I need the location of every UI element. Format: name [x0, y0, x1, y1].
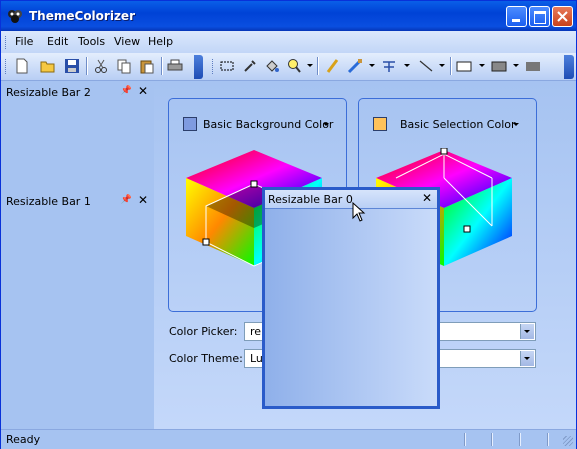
- color-icon[interactable]: [525, 58, 541, 74]
- selection-swatch[interactable]: [373, 117, 387, 131]
- line-icon[interactable]: [418, 58, 434, 74]
- menu-edit[interactable]: Edit: [47, 35, 68, 48]
- pin-icon[interactable]: 📌: [121, 195, 132, 205]
- fill-icon[interactable]: [264, 58, 280, 74]
- new-icon[interactable]: [14, 58, 30, 74]
- bar-header[interactable]: Resizable Bar 1 📌 ✕: [1, 192, 154, 210]
- chevron-down-icon[interactable]: [513, 123, 519, 126]
- chevron-down-icon[interactable]: [520, 351, 534, 366]
- copy-icon[interactable]: [116, 58, 132, 74]
- rectangle-icon[interactable]: [456, 58, 472, 74]
- color-picker-label: Color Picker:: [169, 325, 238, 338]
- background-color-label[interactable]: Basic Background Color: [203, 118, 333, 131]
- window-title: ThemeColorizer: [29, 9, 135, 23]
- toolbar: [1, 53, 576, 81]
- print-icon[interactable]: [167, 58, 183, 74]
- resize-grip[interactable]: [563, 436, 573, 446]
- toolbar-grip[interactable]: [5, 59, 9, 74]
- app-icon: [8, 10, 22, 23]
- brush-icon[interactable]: [347, 58, 363, 74]
- pencil-icon[interactable]: [325, 58, 341, 74]
- paste-icon[interactable]: [139, 58, 155, 74]
- chevron-down-icon[interactable]: [323, 123, 329, 126]
- toolbar2-overflow-button[interactable]: [564, 55, 574, 79]
- filled-rectangle-icon[interactable]: [491, 58, 507, 74]
- background-swatch[interactable]: [183, 117, 197, 131]
- maximize-button[interactable]: [529, 6, 550, 27]
- bar-header[interactable]: Resizable Bar 2 📌 ✕: [1, 83, 154, 101]
- mouse-cursor-icon: [352, 202, 366, 222]
- status-bar: Ready: [1, 429, 576, 449]
- minimize-button[interactable]: [506, 6, 527, 27]
- menu-view[interactable]: View: [114, 35, 140, 48]
- spray-icon[interactable]: [381, 58, 397, 74]
- zoom-icon[interactable]: [286, 58, 302, 74]
- chevron-down-icon[interactable]: [520, 324, 534, 339]
- selection-color-label[interactable]: Basic Selection Color: [400, 118, 516, 131]
- color-picker-value: re: [250, 325, 262, 338]
- close-icon[interactable]: ✕: [138, 193, 148, 207]
- toolbar-overflow-button[interactable]: [194, 55, 203, 79]
- menu-tools[interactable]: Tools: [78, 35, 105, 48]
- left-dock-panel: Resizable Bar 2 📌 ✕ Resizable Bar 1 📌 ✕: [1, 81, 154, 429]
- menu-bar: File Edit Tools View Help: [1, 31, 576, 53]
- floating-bar-header[interactable]: Resizable Bar 0 ✕: [265, 190, 437, 209]
- close-icon[interactable]: ✕: [138, 84, 148, 98]
- title-bar[interactable]: ThemeColorizer: [1, 1, 576, 31]
- status-text: Ready: [6, 433, 41, 446]
- menu-grip[interactable]: [5, 36, 9, 49]
- toolbar2-grip[interactable]: [212, 59, 216, 74]
- app-window: ThemeColorizer File Edit Tools View Help: [0, 0, 577, 449]
- bar-title: Resizable Bar 2: [6, 86, 91, 99]
- pin-icon[interactable]: 📌: [121, 86, 132, 96]
- cut-icon[interactable]: [93, 58, 109, 74]
- menu-help[interactable]: Help: [148, 35, 173, 48]
- close-icon[interactable]: ✕: [422, 191, 432, 205]
- eyedropper-icon[interactable]: [242, 58, 258, 74]
- color-theme-value: Lu: [250, 352, 263, 365]
- open-icon[interactable]: [40, 58, 56, 74]
- close-button[interactable]: [552, 6, 573, 27]
- floating-bar-title: Resizable Bar 0: [268, 193, 353, 206]
- menu-file[interactable]: File: [15, 35, 33, 48]
- select-icon[interactable]: [219, 58, 235, 74]
- floating-bar-window[interactable]: Resizable Bar 0 ✕: [262, 187, 440, 409]
- color-theme-label: Color Theme:: [169, 352, 243, 365]
- bar-title: Resizable Bar 1: [6, 195, 91, 208]
- save-icon[interactable]: [64, 58, 80, 74]
